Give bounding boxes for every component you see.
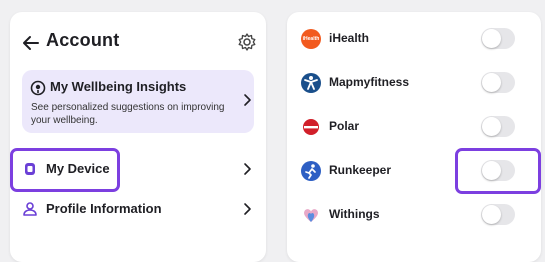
ihealth-logo-icon: iHealth [301,29,321,49]
person-icon [23,202,37,216]
toggle-knob [482,73,501,92]
wellbeing-insights-card[interactable]: My Wellbeing Insights See personalized s… [22,70,254,133]
insights-description: See personalized suggestions on improvin… [31,102,225,126]
toggle-knob [482,29,501,48]
menu-item-profile-information[interactable]: Profile Information [10,189,266,229]
app-row-withings: Withings [287,193,541,237]
app-name: Withings [329,207,380,221]
ihealth-logo-text: iHealth [302,36,320,42]
highlight-box-runkeeper-toggle [455,148,541,194]
polar-logo-icon [303,119,319,135]
toggle-knob [482,205,501,224]
account-panel: Account My Wellbeing Insights See person… [10,12,266,262]
account-header: Account [10,28,266,58]
chevron-right-icon [244,203,251,215]
withings-logo-icon [304,209,318,222]
polar-toggle[interactable] [481,116,515,137]
ihealth-toggle[interactable] [481,28,515,49]
chevron-right-icon [244,94,251,106]
mapmyfitness-logo-icon [301,73,321,93]
page-title: Account [46,30,120,50]
connected-apps-panel: iHealth iHealth Mapmyfitness Polar Runke… [287,12,541,262]
app-row-mapmyfitness: Mapmyfitness [287,61,541,105]
insights-title: My Wellbeing Insights [50,79,187,94]
insights-icon [30,80,46,96]
gear-icon[interactable] [237,32,257,52]
app-name: iHealth [329,31,370,45]
mapmyfitness-toggle[interactable] [481,72,515,93]
chevron-right-icon [244,163,251,175]
app-row-polar: Polar [287,105,541,149]
app-name: Polar [329,119,360,133]
highlight-box-my-device [10,148,120,192]
runkeeper-logo-icon [301,161,321,181]
withings-toggle[interactable] [481,204,515,225]
toggle-knob [482,117,501,136]
menu-item-label: Profile Information [46,201,162,216]
app-name: Runkeeper [329,163,392,177]
back-arrow-icon[interactable] [20,32,42,54]
app-row-ihealth: iHealth iHealth [287,17,541,61]
app-name: Mapmyfitness [329,75,410,89]
